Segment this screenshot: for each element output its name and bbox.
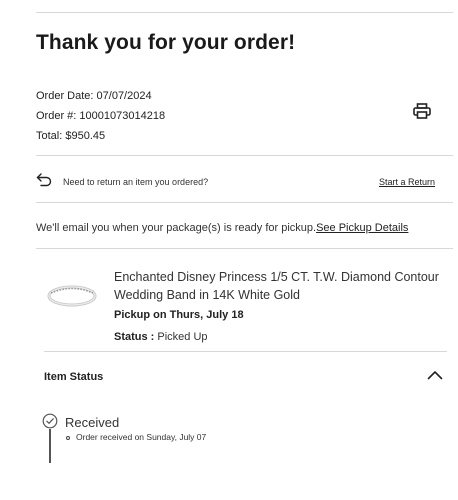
divider-1: [36, 155, 453, 156]
order-number-label: Order #:: [36, 110, 77, 122]
order-total-label: Total:: [36, 130, 63, 142]
product-name[interactable]: Enchanted Disney Princess 1/5 CT. T.W. D…: [114, 268, 444, 304]
chevron-up-icon[interactable]: [427, 370, 443, 380]
item-status-heading[interactable]: Item Status: [44, 371, 103, 383]
return-arrow-icon: [36, 173, 52, 187]
pickup-notice-text: We'll email you when your package(s) is …: [36, 222, 317, 234]
product-image[interactable]: [45, 275, 99, 315]
order-date-value: 07/07/2024: [96, 90, 152, 102]
top-divider: [36, 12, 453, 13]
order-number-value: 10001073014218: [79, 110, 166, 122]
status-label: Status :: [114, 331, 155, 343]
divider-3: [36, 248, 453, 249]
bullet-icon: [66, 435, 70, 440]
printer-icon[interactable]: [413, 103, 431, 119]
timeline-step-detail-text: Order received on Sunday, July 07: [76, 432, 207, 442]
status-value: Picked Up: [157, 331, 208, 343]
pickup-date: Pickup on Thurs, July 18: [114, 309, 244, 321]
divider-4: [44, 351, 447, 352]
order-total-value: $950.45: [65, 130, 106, 142]
timeline-step-detail: Order received on Sunday, July 07: [66, 432, 206, 442]
order-number: Order #: 10001073014218: [36, 110, 165, 122]
order-date-label: Order Date:: [36, 90, 94, 102]
start-return-link[interactable]: Start a Return: [379, 177, 435, 187]
see-pickup-details-link[interactable]: See Pickup Details: [316, 222, 408, 234]
return-prompt: Need to return an item you ordered?: [63, 177, 209, 187]
divider-2: [36, 202, 453, 203]
page-title: Thank you for your order!: [36, 31, 296, 54]
timeline-step-label: Received: [65, 415, 120, 430]
pickup-notice: We'll email you when your package(s) is …: [36, 222, 408, 234]
check-circle-icon: [42, 413, 58, 429]
order-date: Order Date: 07/07/2024: [36, 90, 152, 102]
product-status: Status : Picked Up: [114, 331, 208, 343]
timeline-line: [49, 429, 51, 463]
order-total: Total: $950.45: [36, 130, 105, 142]
